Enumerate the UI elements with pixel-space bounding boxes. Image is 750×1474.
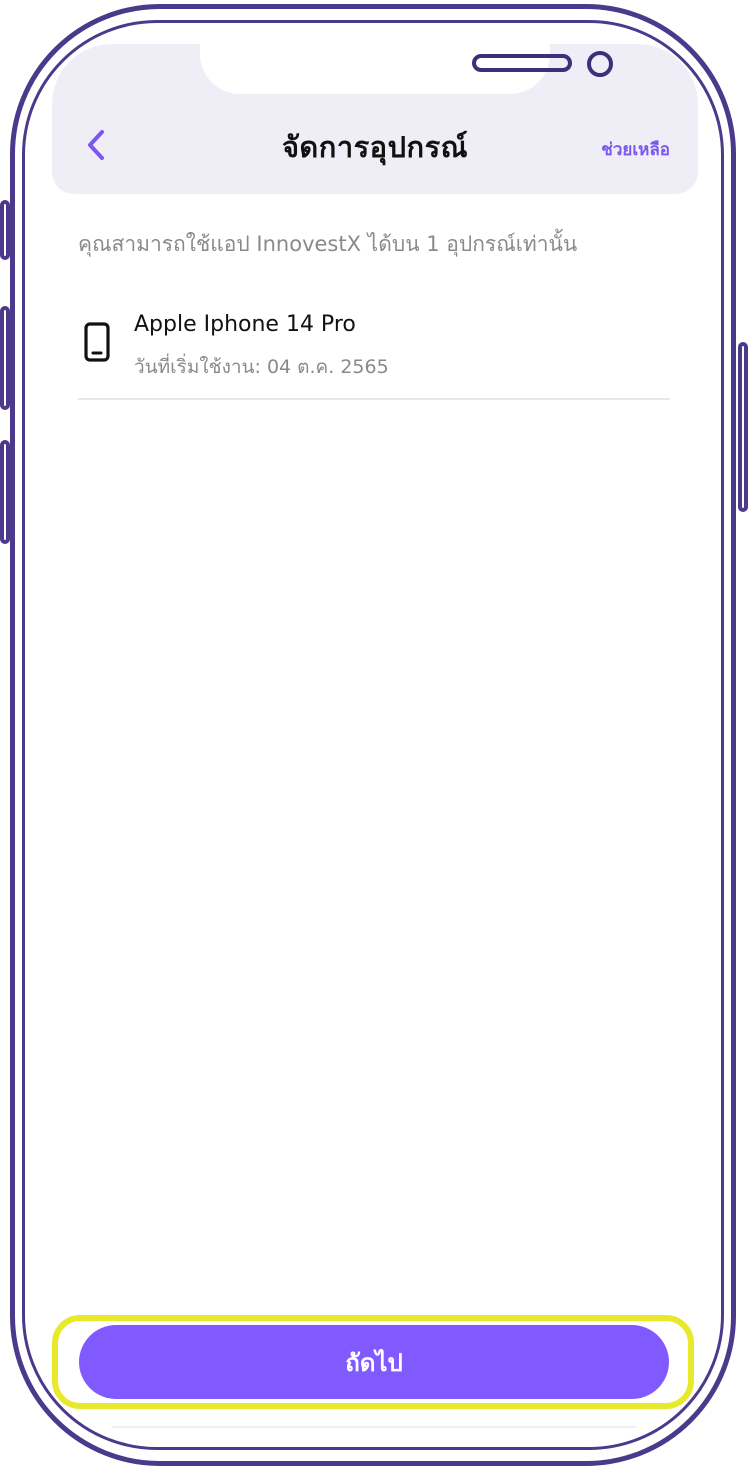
app-header: จัดการอุปกรณ์ ช่วยเหลือ [52,44,698,194]
smartphone-icon [84,322,110,362]
device-list-item[interactable]: Apple Iphone 14 Pro วันที่เริ่มใช้งาน: 0… [78,300,670,400]
help-link[interactable]: ช่วยเหลือ [601,136,670,163]
app-screen: จัดการอุปกรณ์ ช่วยเหลือ คุณสามารถใช้แอป … [52,44,698,1440]
side-button-volume-up [0,306,10,410]
phone-mockup: จัดการอุปกรณ์ ช่วยเหลือ คุณสามารถใช้แอป … [0,0,750,1474]
device-limit-info: คุณสามารถใช้แอป InnovestX ได้บน 1 อุปกรณ… [78,232,578,256]
back-button[interactable] [82,128,112,162]
speaker-icon [472,54,572,72]
next-button[interactable]: ถัดไป [79,1325,669,1399]
camera-icon [587,51,613,77]
phone-notch [200,44,613,94]
footer-divider [112,1426,636,1428]
chevron-left-icon [88,130,104,160]
side-button-volume-down [0,440,10,544]
side-button-top [0,200,10,260]
side-button-power [738,342,748,512]
page-title: จัดการอุปกรณ์ [281,130,469,164]
device-start-date: วันที่เริ่มใช้งาน: 04 ต.ค. 2565 [134,356,389,378]
device-name: Apple Iphone 14 Pro [134,312,356,337]
